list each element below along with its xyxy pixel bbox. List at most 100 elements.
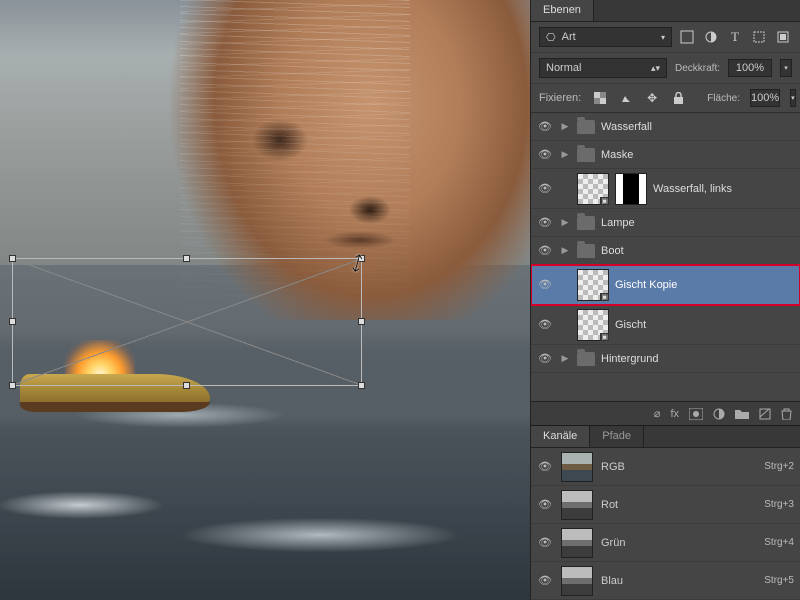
folder-icon: [577, 120, 595, 134]
transform-handle-tl[interactable]: [9, 255, 16, 262]
new-group-icon[interactable]: [735, 408, 749, 419]
channel-shortcut: Strg+3: [764, 499, 794, 510]
canvas-area[interactable]: ⤢: [0, 0, 530, 600]
lock-position-icon[interactable]: ✥: [643, 89, 661, 107]
folder-icon: [577, 352, 595, 366]
layer-row[interactable]: 👁 ▶ Boot: [531, 237, 800, 265]
layer-name[interactable]: Gischt Kopie: [615, 279, 794, 291]
channel-row[interactable]: 👁 RGB Strg+2: [531, 448, 800, 486]
lock-transparent-icon[interactable]: [591, 89, 609, 107]
fill-label: Fläche:: [707, 93, 740, 104]
layer-name[interactable]: Hintergrund: [601, 353, 794, 365]
visibility-toggle-icon[interactable]: 👁: [537, 244, 553, 257]
filter-smart-icon[interactable]: [774, 28, 792, 46]
transform-handle-bm[interactable]: [183, 382, 190, 389]
disclosure-triangle-icon[interactable]: ▶: [559, 149, 571, 160]
filter-pixel-icon[interactable]: [678, 28, 696, 46]
opacity-input[interactable]: 100%: [728, 59, 772, 77]
channel-thumbnail: [561, 566, 593, 596]
layers-list: 👁 ▶ Wasserfall 👁 ▶ Maske 👁 ▣ Wasserfall, links 👁 ▶…: [531, 113, 800, 401]
layer-fx-icon[interactable]: fx: [670, 408, 679, 420]
filter-shape-icon[interactable]: [750, 28, 768, 46]
blend-mode-select[interactable]: Normal ▴▾: [539, 58, 667, 78]
visibility-toggle-icon[interactable]: 👁: [537, 216, 553, 229]
layers-panel-footer: ⌀ fx: [531, 401, 800, 425]
layer-thumbnail[interactable]: ▣: [577, 173, 609, 205]
channels-panel: Kanäle Pfade 👁RGBStrg+2👁RotStrg+3👁GrünSt…: [531, 425, 800, 600]
delete-layer-icon[interactable]: [781, 408, 792, 420]
transform-handle-mr[interactable]: [358, 318, 365, 325]
visibility-toggle-icon[interactable]: 👁: [537, 318, 553, 331]
transform-bounding-box[interactable]: [12, 258, 362, 386]
filter-adjust-icon[interactable]: [702, 28, 720, 46]
layer-name[interactable]: Gischt: [615, 319, 794, 331]
channel-thumbnail: [561, 490, 593, 520]
folder-icon: [577, 244, 595, 258]
disclosure-triangle-icon[interactable]: ▶: [559, 245, 571, 256]
new-layer-icon[interactable]: [759, 408, 771, 420]
disclosure-triangle-icon[interactable]: ▶: [559, 121, 571, 132]
layer-name[interactable]: Lampe: [601, 217, 794, 229]
opacity-slider-toggle[interactable]: ▾: [780, 59, 792, 77]
layer-row[interactable]: 👁 ▣ Wasserfall, links: [531, 169, 800, 209]
layer-row[interactable]: 👁 ▣ Gischt: [531, 305, 800, 345]
layer-name[interactable]: Maske: [601, 149, 794, 161]
visibility-toggle-icon[interactable]: 👁: [537, 182, 553, 195]
visibility-toggle-icon[interactable]: 👁: [537, 278, 553, 291]
blend-mode-row: Normal ▴▾ Deckkraft: 100% ▾: [531, 53, 800, 84]
channel-shortcut: Strg+2: [764, 461, 794, 472]
panel-tabs: Ebenen: [531, 0, 800, 22]
filter-type-icon[interactable]: T: [726, 28, 744, 46]
lock-label: Fixieren:: [539, 92, 581, 104]
filter-kind-icon: ⎔: [546, 31, 556, 44]
filter-kind-label: Art: [562, 31, 576, 43]
layer-row[interactable]: 👁 ▶ Lampe: [531, 209, 800, 237]
lock-pixels-icon[interactable]: [617, 89, 635, 107]
visibility-toggle-icon[interactable]: 👁: [537, 120, 553, 133]
layer-row[interactable]: 👁 ▶ Wasserfall: [531, 113, 800, 141]
channel-shortcut: Strg+4: [764, 537, 794, 548]
layer-filter-select[interactable]: ⎔ Art ▾: [539, 27, 672, 47]
layer-name[interactable]: Wasserfall: [601, 121, 794, 133]
visibility-toggle-icon[interactable]: 👁: [537, 148, 553, 161]
visibility-toggle-icon[interactable]: 👁: [537, 574, 553, 587]
smartobject-badge-icon: ▣: [600, 197, 609, 205]
channel-row[interactable]: 👁RotStrg+3: [531, 486, 800, 524]
channels-tabs: Kanäle Pfade: [531, 426, 800, 448]
layer-name[interactable]: Wasserfall, links: [653, 183, 794, 195]
disclosure-triangle-icon[interactable]: ▶: [559, 217, 571, 228]
new-adjustment-icon[interactable]: [713, 408, 725, 420]
visibility-toggle-icon[interactable]: 👁: [537, 460, 553, 473]
visibility-toggle-icon[interactable]: 👁: [537, 536, 553, 549]
layer-thumbnail[interactable]: ▣: [577, 269, 609, 301]
fill-input[interactable]: 100%: [750, 89, 780, 107]
layer-thumbnail[interactable]: ▣: [577, 309, 609, 341]
channel-row[interactable]: 👁 Grün Strg+4: [531, 524, 800, 562]
visibility-toggle-icon[interactable]: 👁: [537, 352, 553, 365]
smartobject-badge-icon: ▣: [600, 293, 609, 301]
link-layers-icon[interactable]: ⌀: [654, 407, 661, 420]
folder-icon: [577, 216, 595, 230]
disclosure-triangle-icon[interactable]: ▶: [559, 353, 571, 364]
layer-name[interactable]: Boot: [601, 245, 794, 257]
visibility-toggle-icon[interactable]: 👁: [537, 498, 553, 511]
add-mask-icon[interactable]: [689, 408, 703, 420]
channel-name: Grün: [601, 537, 756, 549]
fill-slider-toggle[interactable]: ▾: [790, 89, 796, 107]
layer-mask-thumbnail[interactable]: [615, 173, 647, 205]
tab-channels[interactable]: Kanäle: [531, 426, 590, 447]
transform-handle-tm[interactable]: [183, 255, 190, 262]
layer-row[interactable]: 👁 ▣ Gischt Kopie: [531, 265, 800, 305]
channel-name: RGB: [601, 461, 756, 473]
layer-row[interactable]: 👁 ▶ Hintergrund: [531, 345, 800, 373]
tab-layers[interactable]: Ebenen: [531, 0, 594, 21]
lock-all-icon[interactable]: [669, 89, 687, 107]
tab-paths[interactable]: Pfade: [590, 426, 644, 447]
channel-row[interactable]: 👁BlauStrg+5: [531, 562, 800, 600]
transform-handle-ml[interactable]: [9, 318, 16, 325]
chevron-updown-icon: ▴▾: [651, 63, 660, 74]
lock-row: Fixieren: ✥ Fläche: 100% ▾: [531, 84, 800, 113]
layer-row[interactable]: 👁 ▶ Maske: [531, 141, 800, 169]
transform-handle-bl[interactable]: [9, 382, 16, 389]
transform-handle-br[interactable]: [358, 382, 365, 389]
